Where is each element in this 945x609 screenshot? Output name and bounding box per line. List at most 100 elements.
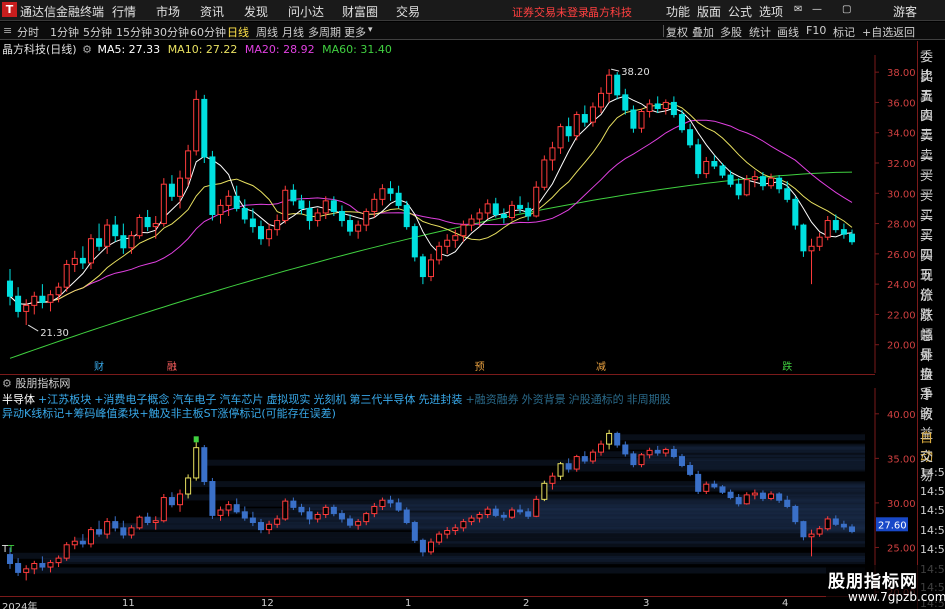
btn-adjust[interactable]: 复权 [666, 24, 688, 40]
btn-overlay[interactable]: 叠加 [692, 24, 714, 40]
concept-tag[interactable]: 沪股通标的 [569, 393, 624, 406]
menu-news[interactable]: 资讯 [200, 3, 224, 20]
sub-candle-body [144, 516, 151, 524]
btn-add-watchlist[interactable]: +自选 [862, 24, 893, 40]
high-pointer [610, 68, 620, 72]
sub-candle-body [233, 504, 240, 513]
sub-candle-body [274, 518, 281, 525]
period-weekly[interactable]: 周线 [256, 24, 278, 40]
btn-stats[interactable]: 统计 [749, 24, 771, 40]
candle-body [338, 210, 345, 222]
candle-body [565, 126, 572, 137]
period-30min[interactable]: 30分钟 [153, 24, 189, 40]
sub-candle-body [419, 539, 426, 553]
list-icon[interactable]: ≡ [3, 24, 12, 37]
btn-draw[interactable]: 画线 [777, 24, 799, 40]
menu-quotes[interactable]: 行情 [112, 3, 136, 20]
sub-candle-body [776, 493, 783, 501]
period-15min[interactable]: 15分钟 [116, 24, 152, 40]
y-tick-label: 22.00 [887, 310, 916, 321]
btn-multistock[interactable]: 多股 [720, 24, 742, 40]
menu-trade[interactable]: 交易 [396, 3, 420, 20]
sub-candle-body [735, 497, 742, 505]
sub-candle-body [687, 464, 694, 475]
sub-candle-body [630, 453, 637, 466]
sub-candle-body [209, 481, 216, 516]
concept-tag[interactable]: +融资融券 [465, 393, 518, 406]
period-daily[interactable]: 日线 [227, 24, 249, 40]
sub-candle-body [695, 473, 702, 492]
sub-candle-body [525, 511, 532, 517]
candle-body [136, 217, 143, 237]
candle-body [257, 226, 264, 240]
app-title: 通达信金融终端 [20, 5, 105, 19]
low-price-label: 21.30 [40, 328, 69, 339]
menu-options[interactable]: 选项 [759, 3, 783, 20]
minimize-icon[interactable]: — [812, 4, 822, 15]
candle-body [646, 103, 653, 113]
candle-body [298, 200, 305, 209]
btn-mark[interactable]: 标记 [833, 24, 855, 40]
side-panel-item: 14:56 [920, 466, 945, 479]
period-more[interactable]: 更多 [344, 24, 366, 40]
sub-candle-body [654, 449, 661, 454]
concept-tag[interactable]: 先进封装 [418, 393, 462, 406]
candle-body [508, 204, 515, 219]
menu-discover[interactable]: 发现 [244, 3, 268, 20]
y-tick-label: 38.00 [887, 68, 916, 79]
main-candlestick-chart[interactable]: 20.00 22.00 24.00 26.00 28.00 30.00 32.00 34.00… [0, 55, 917, 373]
candle-body [444, 239, 451, 247]
menu-wealth[interactable]: 财富圈 [342, 3, 378, 20]
side-panel-item: 14:56 [920, 524, 945, 537]
sub-candle-body [330, 506, 337, 515]
sub-candle-body [606, 432, 613, 445]
candle-body [387, 188, 394, 194]
sub-candle-body [201, 447, 208, 483]
sub-candle-body [298, 506, 305, 513]
sub-candle-body [87, 529, 94, 545]
guest-label[interactable]: 游客 [893, 3, 917, 20]
concept-tag[interactable]: 外资背景 [522, 393, 566, 406]
period-monthly[interactable]: 月线 [282, 24, 304, 40]
menu-function[interactable]: 功能 [666, 3, 690, 20]
dropdown-arrow-icon[interactable]: ▾ [368, 25, 373, 35]
menu-market[interactable]: 市场 [156, 3, 180, 20]
sub-candle-body [31, 562, 38, 570]
candle-body [460, 224, 467, 237]
candle-body [266, 229, 273, 240]
candle-body [492, 203, 499, 215]
btn-f10[interactable]: F10 [806, 24, 826, 37]
sub-candle-body [703, 483, 710, 492]
sub-candle-body [670, 448, 677, 458]
candle-body [15, 295, 22, 312]
btn-back[interactable]: 返回 [893, 24, 915, 40]
period-60min[interactable]: 60分钟 [190, 24, 226, 40]
sub-candle-body [104, 521, 111, 535]
candle-body [306, 207, 313, 222]
restore-icon[interactable]: ▢ [842, 4, 851, 15]
candle-body [484, 203, 491, 214]
candle-body [96, 238, 103, 247]
mail-icon[interactable]: ✉ [794, 4, 802, 15]
period-intraday[interactable]: 分时 [17, 24, 39, 40]
menu-layout[interactable]: 版面 [697, 3, 721, 20]
login-warning[interactable]: 证券交易未登录 [512, 4, 589, 20]
menu-ask[interactable]: 问小达 [288, 3, 324, 20]
date-tick: 12 [261, 598, 274, 609]
candle-body [201, 98, 208, 158]
quote-side-panel: 委比 卖五 卖四 卖三 卖二 卖一 买一 买二 买三 买四 买五 现价 涨跌 涨幅 总量 外盘 换手 净资 收益 自动… [917, 41, 945, 609]
sub-candle-body [63, 544, 70, 559]
period-1min[interactable]: 1分钟 [50, 24, 79, 40]
low-pointer [27, 324, 39, 332]
period-5min[interactable]: 5分钟 [83, 24, 112, 40]
concept-tag[interactable]: 第三代半导体 [349, 393, 415, 406]
sub-candle-body [638, 454, 645, 466]
sub-candle-body [573, 456, 580, 470]
period-multi[interactable]: 多周期 [308, 24, 341, 40]
candle-body [347, 220, 354, 232]
sub-candle-body [719, 486, 726, 493]
menu-formula[interactable]: 公式 [728, 3, 752, 20]
concept-tag[interactable]: 非周期股 [627, 393, 671, 406]
sub-candle-body [15, 562, 22, 573]
chip-band [609, 434, 865, 441]
